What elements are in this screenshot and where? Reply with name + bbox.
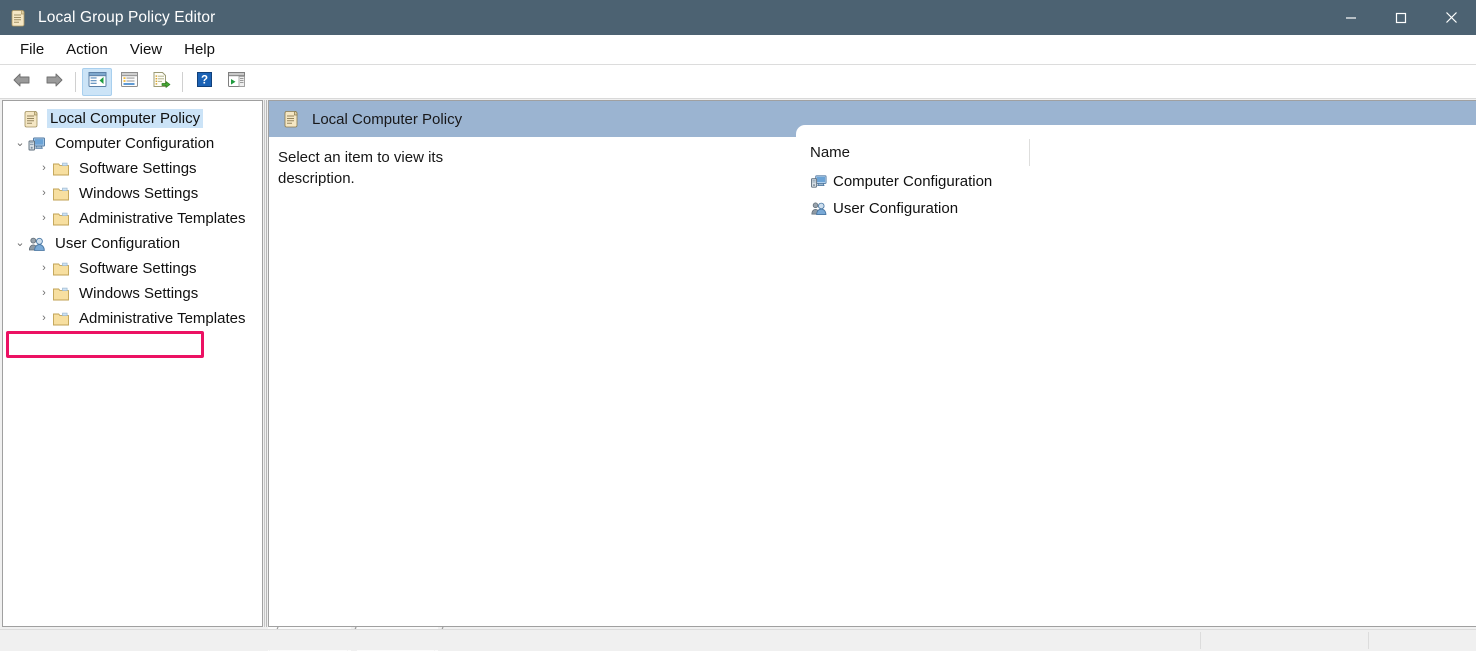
list-item[interactable]: User Configuration — [796, 195, 1476, 222]
list-item[interactable]: Computer Configuration — [796, 168, 1476, 195]
list-item-label: User Configuration — [833, 200, 959, 217]
chevron-right-icon[interactable]: › — [36, 213, 52, 224]
tree-item-label: Software Settings — [79, 260, 197, 277]
forward-button[interactable] — [39, 68, 69, 96]
computer-icon — [810, 173, 829, 190]
menu-bar: File Action View Help — [0, 35, 1476, 65]
content-header: Local Computer Policy — [269, 101, 1476, 137]
title-bar: Local Group Policy Editor — [0, 0, 1476, 35]
toolbar: ? — [0, 65, 1476, 99]
user-configuration-highlight-box — [6, 331, 204, 358]
svg-text:?: ? — [200, 75, 207, 87]
description-pane: Select an item to view its description. — [269, 137, 796, 189]
main-area: Local Computer Policy ⌄ Computer Configu… — [0, 99, 1476, 651]
menu-item-help[interactable]: Help — [173, 38, 226, 61]
tree-item-label: User Configuration — [55, 235, 181, 252]
forward-arrow-icon — [44, 72, 64, 92]
policy-scroll-icon — [283, 110, 301, 128]
chevron-right-icon[interactable]: › — [36, 188, 52, 199]
policy-scroll-icon — [23, 110, 42, 128]
export-list-button[interactable] — [146, 68, 176, 96]
column-header-name[interactable]: Name — [810, 144, 850, 161]
tree-item-computer-windows-settings[interactable]: › Windows Settings — [3, 181, 262, 206]
users-icon — [810, 200, 829, 217]
help-question-icon: ? — [196, 71, 213, 92]
help-button[interactable]: ? — [189, 68, 219, 96]
back-arrow-icon — [12, 72, 32, 92]
tree-item-computer-administrative-templates[interactable]: › Administrative Templates — [3, 206, 262, 231]
action-pane-icon — [227, 71, 246, 92]
list-column-header[interactable]: Name — [796, 137, 1476, 168]
tree-item-user-windows-settings[interactable]: › Windows Settings — [3, 281, 262, 306]
show-hide-console-tree-button[interactable] — [82, 67, 112, 96]
status-bar — [0, 629, 1476, 650]
chevron-down-icon[interactable]: ⌄ — [12, 238, 28, 249]
content-body: Select an item to view its description. … — [269, 137, 1476, 626]
tree-item-label: Software Settings — [79, 160, 197, 177]
folder-icon — [52, 160, 71, 178]
chevron-right-icon[interactable]: › — [36, 313, 52, 324]
chevron-right-icon[interactable]: › — [36, 263, 52, 274]
description-text: Select an item to view its description. — [278, 149, 444, 187]
console-tree-pane[interactable]: Local Computer Policy ⌄ Computer Configu… — [2, 100, 263, 627]
content-header-title: Local Computer Policy — [312, 110, 463, 128]
maximize-button[interactable] — [1376, 0, 1426, 35]
tree-item-label: Computer Configuration — [55, 135, 215, 152]
toolbar-separator-2 — [182, 71, 183, 92]
back-button[interactable] — [7, 68, 37, 96]
chevron-right-icon[interactable]: › — [36, 288, 52, 299]
toolbar-separator — [75, 71, 76, 92]
computer-icon — [28, 135, 47, 153]
properties-icon — [120, 71, 139, 92]
properties-button[interactable] — [114, 68, 144, 96]
minimize-button[interactable] — [1326, 0, 1376, 35]
item-list-pane[interactable]: Name Computer Configuration User Configu… — [796, 137, 1476, 626]
chevron-down-icon[interactable]: ⌄ — [12, 138, 28, 149]
folder-icon — [52, 310, 71, 328]
chevron-right-icon[interactable]: › — [36, 163, 52, 174]
tree-item-label: Windows Settings — [79, 185, 199, 202]
tree-item-computer-software-settings[interactable]: › Software Settings — [3, 156, 262, 181]
policy-scroll-icon — [10, 9, 28, 27]
menu-item-action[interactable]: Action — [55, 38, 119, 61]
tree-item-label: Windows Settings — [79, 285, 199, 302]
folder-icon — [52, 185, 71, 203]
window-title: Local Group Policy Editor — [38, 8, 216, 26]
tree-item-user-configuration[interactable]: ⌄ User Configuration — [3, 231, 262, 256]
users-icon — [28, 235, 47, 253]
folder-icon — [52, 260, 71, 278]
policy-tree: Local Computer Policy ⌄ Computer Configu… — [3, 101, 262, 331]
tree-item-label: Administrative Templates — [79, 210, 246, 227]
content-header-notch — [796, 101, 1476, 137]
list-item-label: Computer Configuration — [833, 173, 993, 190]
column-resize-handle[interactable] — [1029, 139, 1030, 166]
content-pane: Local Computer Policy Select an item to … — [268, 100, 1476, 627]
tree-item-user-software-settings[interactable]: › Software Settings — [3, 256, 262, 281]
folder-icon — [52, 285, 71, 303]
tree-item-label: Administrative Templates — [79, 310, 246, 327]
menu-item-file[interactable]: File — [9, 38, 55, 61]
tree-item-label: Local Computer Policy — [47, 109, 204, 128]
show-hide-action-pane-button[interactable] — [221, 68, 251, 96]
menu-item-view[interactable]: View — [119, 38, 173, 61]
export-list-icon — [152, 71, 171, 92]
status-bar-divider — [1368, 632, 1369, 649]
folder-icon — [52, 210, 71, 228]
tree-item-user-administrative-templates[interactable]: › Administrative Templates — [3, 306, 262, 331]
console-tree-icon — [88, 71, 107, 92]
tree-item-local-computer-policy[interactable]: Local Computer Policy — [3, 106, 262, 131]
tree-item-computer-configuration[interactable]: ⌄ Computer Configuration — [3, 131, 262, 156]
status-bar-divider — [1200, 632, 1201, 649]
close-button[interactable] — [1426, 0, 1476, 35]
window-controls — [1326, 0, 1476, 35]
